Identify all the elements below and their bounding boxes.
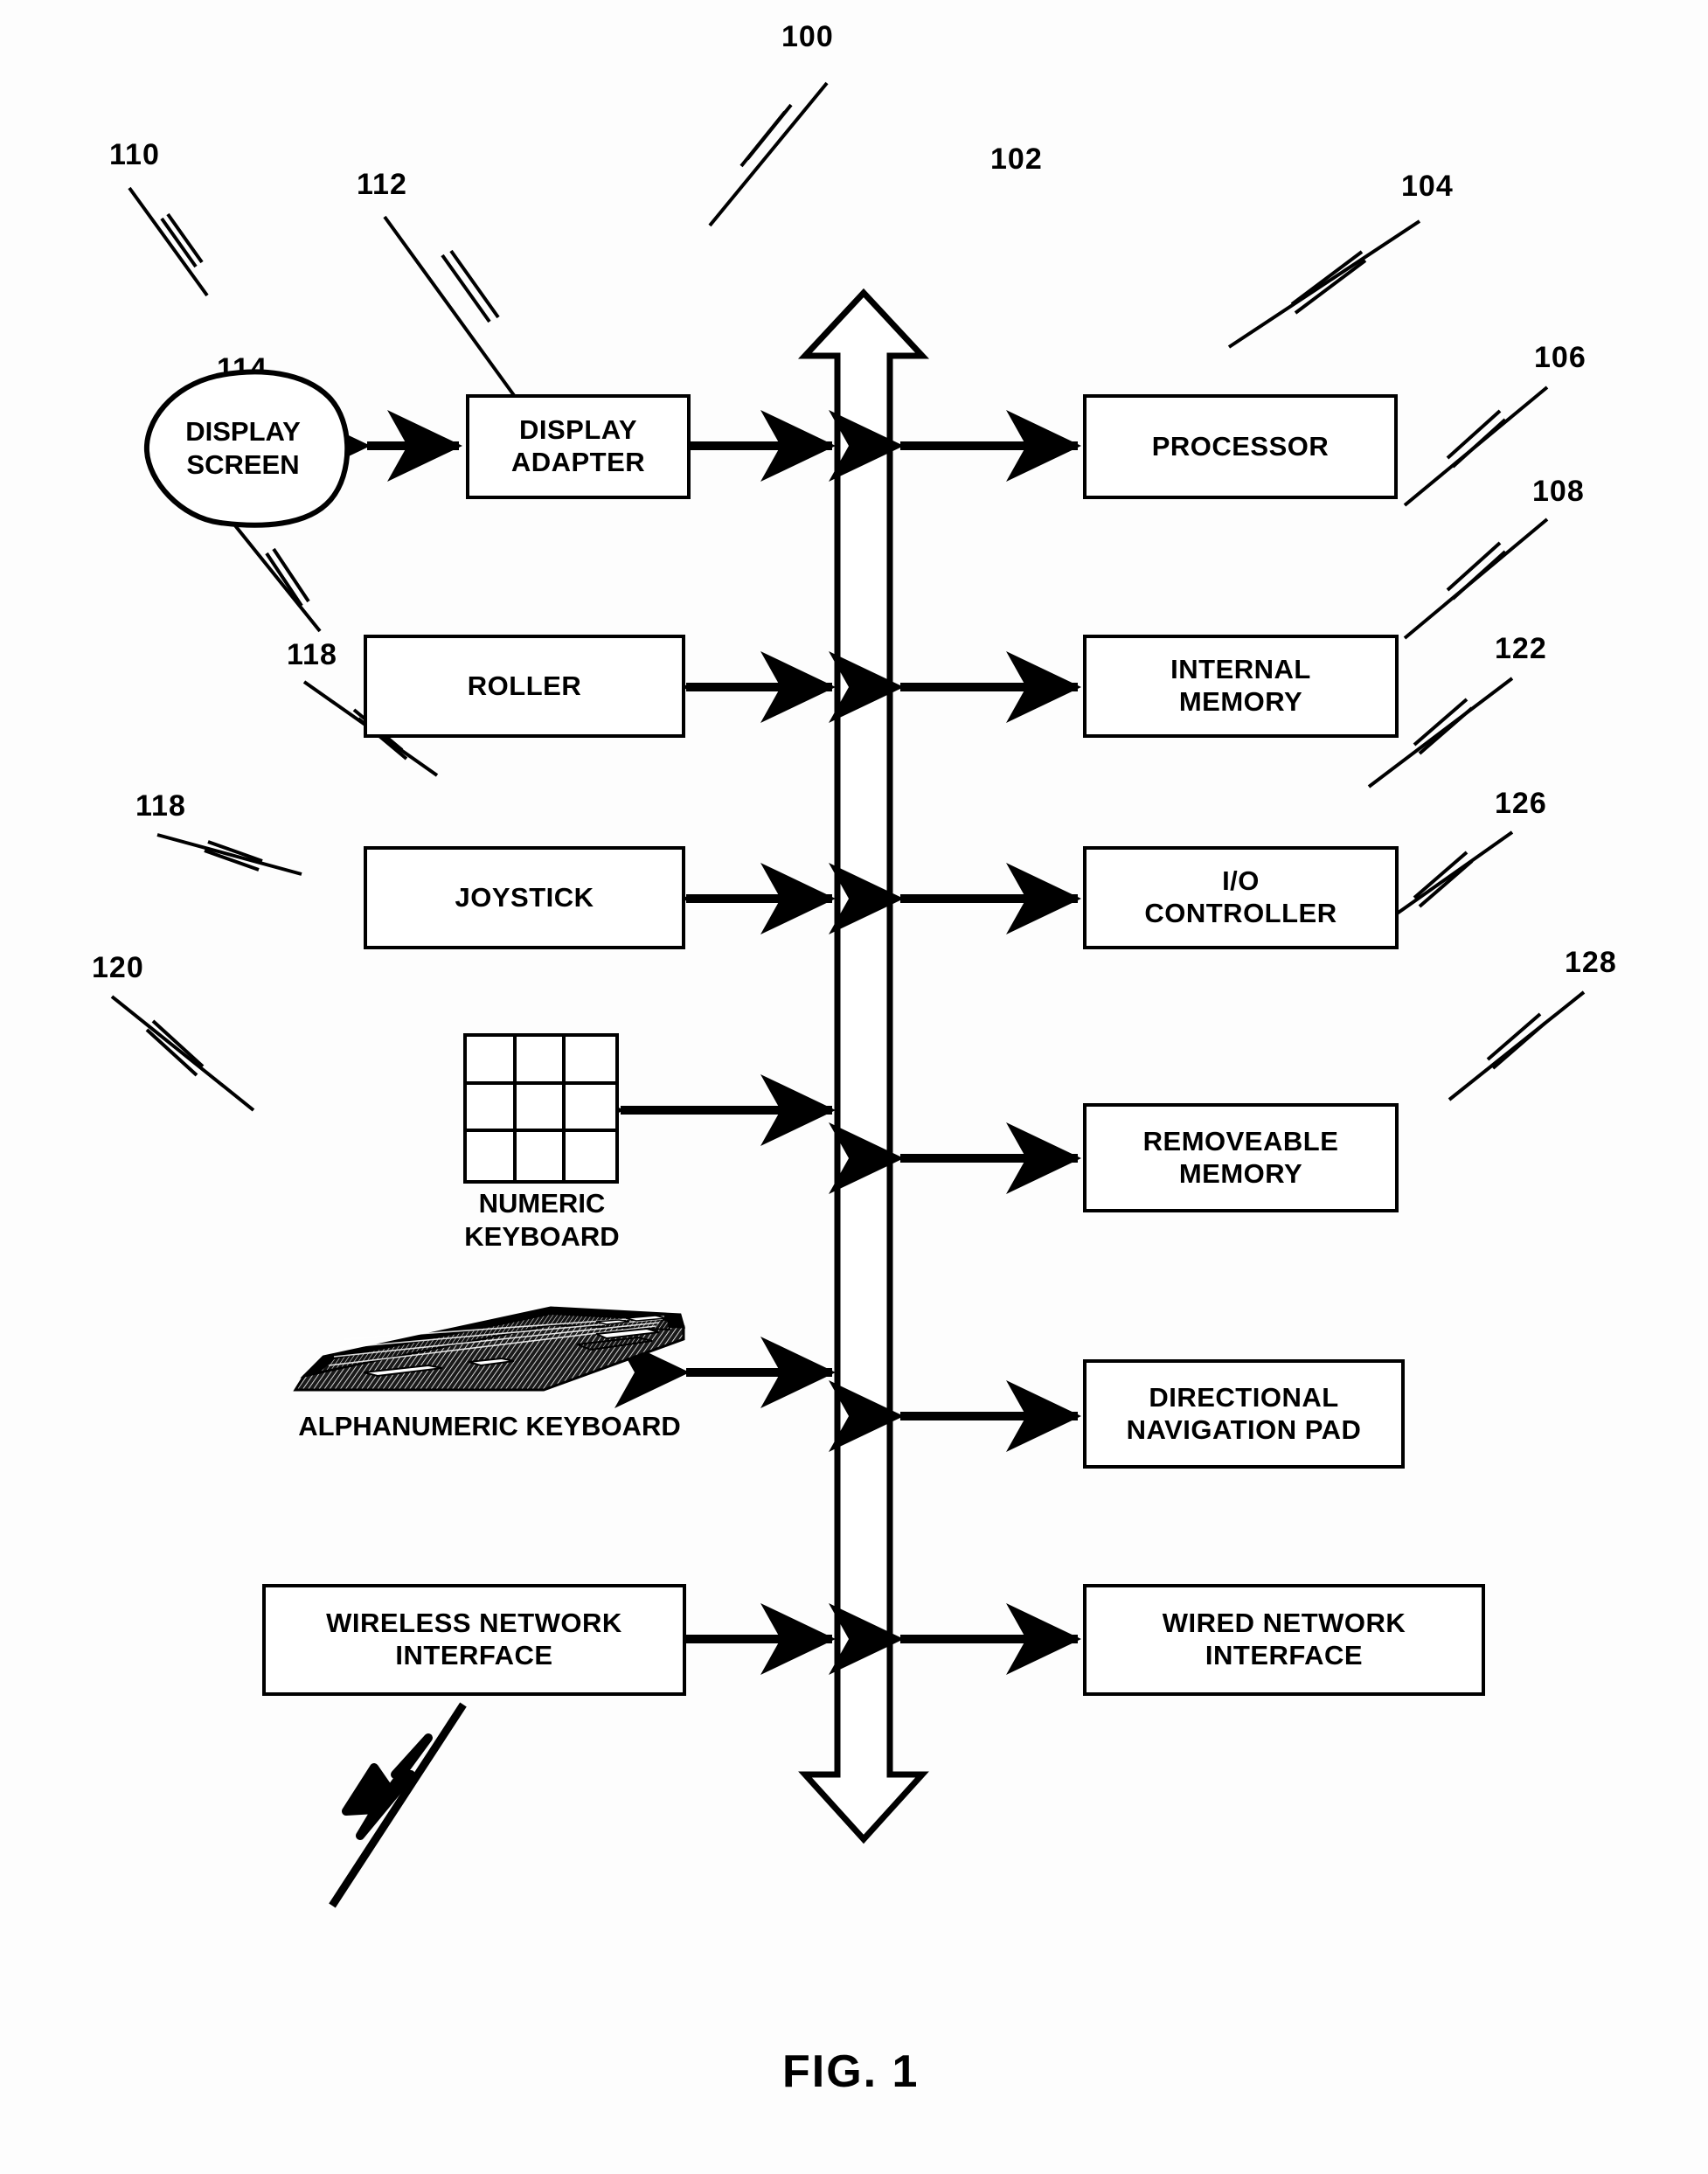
- reference-numeral-122: 122: [1495, 632, 1547, 665]
- figure-caption: FIG. 1: [782, 2046, 920, 2097]
- removeable-memory-node[interactable]: REMOVEABLE MEMORY: [1083, 1103, 1399, 1212]
- numeric-keyboard-label: NUMERIC KEYBOARD: [464, 1188, 620, 1252]
- wireless-network-interface-node[interactable]: WIRELESS NETWORK INTERFACE: [262, 1584, 686, 1696]
- reference-numeral-118-numeric: 118: [287, 638, 337, 671]
- lead-line-112: [383, 215, 517, 399]
- alphanumeric-keyboard-label: ALPHANUMERIC KEYBOARD: [298, 1411, 681, 1441]
- keypad-cell[interactable]: [566, 1037, 615, 1085]
- reference-numeral-108: 108: [1532, 475, 1585, 508]
- roller-node[interactable]: ROLLER: [364, 635, 685, 738]
- internal-memory-label: INTERNAL MEMORY: [1170, 654, 1311, 717]
- reference-numeral-106: 106: [1534, 341, 1586, 374]
- diagram-line-art: [110, 81, 1586, 1908]
- alphanumeric-keyboard-node[interactable]: [288, 1302, 691, 1400]
- reference-numeral-110: 110: [109, 138, 160, 171]
- wireless-network-interface-label: WIRELESS NETWORK INTERFACE: [326, 1608, 622, 1670]
- keypad-cell[interactable]: [517, 1132, 566, 1180]
- directional-navigation-pad-label: DIRECTIONAL NAVIGATION PAD: [1126, 1381, 1362, 1445]
- reference-numeral-120: 120: [92, 951, 144, 984]
- keypad-cell[interactable]: [516, 1037, 566, 1085]
- alphanumeric-keyboard-icon: [293, 1306, 686, 1392]
- keypad-cell[interactable]: [467, 1037, 517, 1085]
- lightning-bolt-icon: [329, 1702, 467, 1908]
- keypad-cell[interactable]: [516, 1084, 566, 1133]
- lead-line-110: [128, 186, 209, 297]
- patent-figure-sheet: 100 102 110 112 114 116 118 118 120 104 …: [0, 0, 1708, 2174]
- reference-numeral-100: 100: [781, 20, 834, 53]
- io-controller-label: I/O CONTROLLER: [1144, 865, 1337, 928]
- internal-memory-node[interactable]: INTERNAL MEMORY: [1083, 635, 1399, 738]
- reference-numeral-126: 126: [1495, 787, 1547, 820]
- reference-numeral-102-bus: 102: [990, 142, 1043, 176]
- reference-numeral-128: 128: [1565, 946, 1617, 979]
- reference-numeral-104: 104: [1401, 170, 1454, 203]
- processor-node[interactable]: PROCESSOR: [1083, 394, 1398, 499]
- display-screen-node[interactable]: DISPLAY SCREEN: [129, 367, 357, 529]
- keypad-cell[interactable]: [467, 1084, 517, 1133]
- directional-navigation-pad-node[interactable]: DIRECTIONAL NAVIGATION PAD: [1083, 1359, 1405, 1469]
- joystick-node[interactable]: JOYSTICK: [364, 846, 685, 949]
- system-bus-arrow: [797, 288, 930, 1844]
- io-controller-node[interactable]: I/O CONTROLLER: [1083, 846, 1399, 949]
- removeable-memory-label: REMOVEABLE MEMORY: [1142, 1125, 1339, 1189]
- wired-network-interface-label: WIRED NETWORK INTERFACE: [1162, 1608, 1406, 1670]
- display-adapter-node[interactable]: DISPLAY ADAPTER: [466, 394, 691, 499]
- lead-line-118-alphanumeric: [156, 833, 302, 876]
- lead-line-120: [110, 995, 255, 1112]
- processor-label: PROCESSOR: [1151, 430, 1330, 462]
- display-adapter-label: DISPLAY ADAPTER: [510, 414, 646, 477]
- keypad-cell[interactable]: [566, 1085, 615, 1133]
- lead-line-106: [1403, 385, 1549, 507]
- lead-line-116: [233, 523, 322, 633]
- display-screen-label: DISPLAY SCREEN: [185, 416, 301, 480]
- lead-line-128: [1448, 990, 1586, 1101]
- reference-numeral-112: 112: [357, 168, 407, 201]
- keypad-cell[interactable]: [566, 1132, 615, 1180]
- numeric-keyboard-node[interactable]: [463, 1033, 619, 1184]
- wired-network-interface-node[interactable]: WIRED NETWORK INTERFACE: [1083, 1584, 1485, 1696]
- joystick-label: JOYSTICK: [455, 881, 594, 913]
- roller-label: ROLLER: [467, 670, 582, 701]
- lead-line-108: [1403, 517, 1549, 640]
- reference-numeral-118-alphanumeric: 118: [135, 789, 186, 823]
- lead-line-100: [708, 81, 829, 227]
- keypad-cell[interactable]: [467, 1132, 517, 1180]
- lead-line-104: [1227, 219, 1421, 349]
